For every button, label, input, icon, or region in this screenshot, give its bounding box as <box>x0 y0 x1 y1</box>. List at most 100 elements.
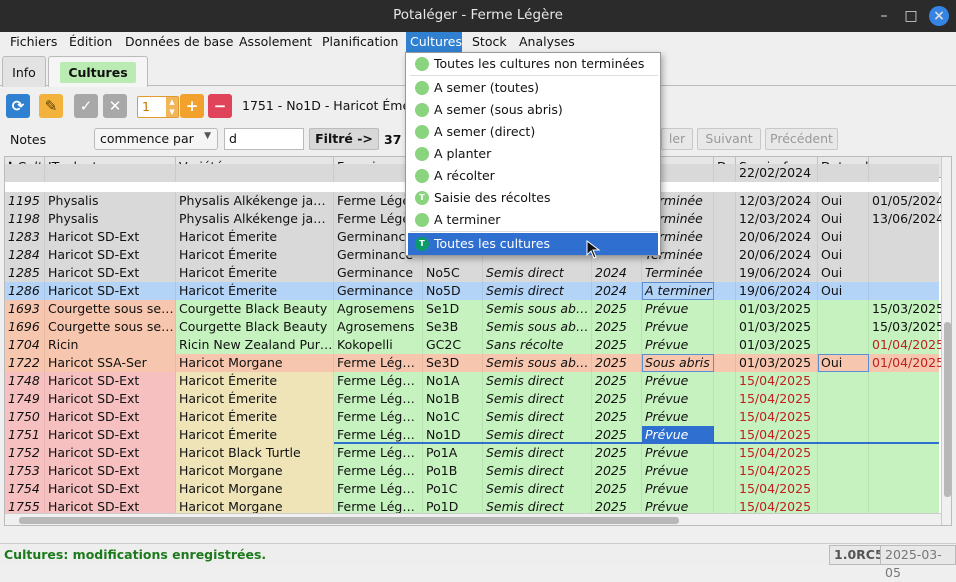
close-button[interactable]: × <box>929 6 949 26</box>
table-row[interactable]: 1754 Haricot SD-Ext Haricot Morgane Ferme L… <box>5 480 939 498</box>
col-annee-cell[interactable]: 2025 <box>592 444 642 462</box>
horizontal-scrollbar[interactable] <box>5 513 941 525</box>
col-fournisseur-cell[interactable]: Ferme Légère <box>334 480 423 498</box>
col-cult-cell[interactable]: 1283 <box>5 228 45 246</box>
dropdown-item[interactable]: A semer (direct) <box>408 121 658 143</box>
col-variete-cell[interactable]: Haricot Émerite <box>176 390 334 408</box>
col-type-cell[interactable]: Sans récolte <box>483 336 592 354</box>
col-d-cell[interactable] <box>714 192 736 210</box>
col-variete-cell[interactable]: Haricot Émerite <box>176 408 334 426</box>
col-date-semis-cell[interactable]: 20/06/2024 <box>736 246 818 264</box>
col-d-cell[interactable] <box>714 480 736 498</box>
table-row[interactable]: 1748 Haricot SD-Ext Haricot Émerite Ferme L… <box>5 372 939 390</box>
col-date-plant-cell[interactable] <box>869 408 951 426</box>
col-variete-cell[interactable]: Haricot Émerite <box>176 246 334 264</box>
col-d-cell[interactable] <box>714 210 736 228</box>
col-d-cell[interactable] <box>714 228 736 246</box>
col-date-plant-cell[interactable]: 15/03/2025 <box>869 300 951 318</box>
col-fournisseur-cell[interactable]: Kokopelli <box>334 336 423 354</box>
col-semis-f-cell[interactable]: Oui <box>818 192 869 210</box>
col-etat-cell[interactable]: Terminée <box>642 264 714 282</box>
menu-edition[interactable]: Édition <box>65 32 116 52</box>
col-it-plante-cell[interactable]: Haricot SD-Ext <box>45 480 176 498</box>
col-annee-cell[interactable]: 2024 <box>592 264 642 282</box>
col-planche-cell[interactable]: No1C <box>423 408 483 426</box>
filter-button[interactable]: Filtré -> <box>309 128 379 150</box>
col-d-cell[interactable] <box>714 282 736 300</box>
tab-cultures[interactable]: Cultures <box>48 56 148 87</box>
col-d-cell[interactable] <box>714 390 736 408</box>
col-semis-f-cell[interactable] <box>818 408 869 426</box>
col-date-plant-cell[interactable]: 01/04/2025 <box>869 336 951 354</box>
col-etat-cell[interactable]: Prévue <box>642 480 714 498</box>
col-variete-cell[interactable]: Courgette Black Beauty <box>176 318 334 336</box>
menu-donnees-de-base[interactable]: Données de base <box>121 32 237 52</box>
table-row[interactable]: 1696 Courgette sous serre Courgette Black … <box>5 318 944 336</box>
col-cult-cell[interactable]: 1195 <box>5 192 45 210</box>
col-cult-cell[interactable]: 1693 <box>5 300 45 318</box>
refresh-icon[interactable]: ⟳ <box>6 94 30 118</box>
col-etat-cell[interactable]: Prévue <box>642 426 714 444</box>
col-annee-cell[interactable]: 2025 <box>592 354 642 372</box>
col-date-semis-cell[interactable]: 01/03/2025 <box>736 336 818 354</box>
col-date-semis-cell[interactable]: 01/03/2025 <box>736 318 818 336</box>
table-row[interactable]: 1285 Haricot SD-Ext Haricot Émerite Germina… <box>5 264 939 282</box>
menu-fichiers[interactable]: Fichiers <box>6 32 61 52</box>
col-date-plant-cell[interactable] <box>869 480 951 498</box>
col-fournisseur-cell[interactable]: Ferme Légère <box>334 408 423 426</box>
filter-mode-combo[interactable]: commence par ▼ <box>94 128 218 150</box>
col-it-plante-cell[interactable]: Haricot SSA-Ser <box>45 354 176 372</box>
col-cult-cell[interactable]: 1753 <box>5 462 45 480</box>
col-type-cell[interactable]: Semis sous abris <box>483 318 592 336</box>
col-planche-cell[interactable]: Se1D <box>423 300 483 318</box>
col-date-plant-cell[interactable]: 01/04/2025 <box>869 354 951 372</box>
menu-planification[interactable]: Planification <box>318 32 402 52</box>
col-fournisseur-cell[interactable]: Ferme Légère <box>334 426 423 444</box>
col-type-cell[interactable]: Semis direct <box>483 408 592 426</box>
table-row[interactable]: 1752 Haricot SD-Ext Haricot Black Turtle Fe… <box>5 444 939 462</box>
col-semis-f-cell[interactable]: Oui <box>818 228 869 246</box>
col-cult-cell[interactable]: 1704 <box>5 336 45 354</box>
col-fournisseur-cell[interactable]: Agrosemens <box>334 318 423 336</box>
col-it-plante-cell[interactable]: Haricot SD-Ext <box>45 228 176 246</box>
col-fournisseur-cell[interactable]: Germinance <box>334 264 423 282</box>
table-row[interactable]: 1751 Haricot SD-Ext Haricot Émerite Ferme L… <box>5 426 939 444</box>
col-fournisseur-cell[interactable]: Ferme Légère <box>334 390 423 408</box>
col-planche-cell[interactable]: Se3D <box>423 354 483 372</box>
col-date-semis-cell[interactable]: 22/02/2024 <box>736 164 818 182</box>
col-cult-cell[interactable]: 1750 <box>5 408 45 426</box>
col-it-plante-cell[interactable]: Haricot SD-Ext <box>45 462 176 480</box>
col-cult-cell[interactable]: 1749 <box>5 390 45 408</box>
col-type-cell[interactable]: Semis sous abris <box>483 354 592 372</box>
horizontal-scroll-thumb[interactable] <box>19 517 679 524</box>
col-variete-cell[interactable]: Haricot Émerite <box>176 228 334 246</box>
col-annee-cell[interactable]: 2025 <box>592 372 642 390</box>
dropdown-item[interactable]: A semer (sous abris) <box>408 99 658 121</box>
col-planche-cell[interactable]: No5C <box>423 264 483 282</box>
col-annee-cell[interactable]: 2025 <box>592 462 642 480</box>
col-date-plant-cell[interactable] <box>869 462 951 480</box>
col-it-plante-cell[interactable]: Physalis <box>45 192 176 210</box>
col-etat-cell[interactable]: A terminer <box>642 282 714 300</box>
col-variete-cell[interactable]: Haricot Morgane <box>176 480 334 498</box>
col-variete-cell[interactable]: Haricot Morgane <box>176 354 334 372</box>
col-variete-cell[interactable]: Physalis Alkékenge jaun… <box>176 210 334 228</box>
col-type-cell[interactable]: Semis direct <box>483 264 592 282</box>
spin-arrows-icon[interactable]: ▲ ▼ <box>166 97 178 117</box>
col-semis-f-cell[interactable] <box>818 164 869 182</box>
col-date-plant-cell[interactable] <box>869 390 951 408</box>
col-semis-f-cell[interactable] <box>818 318 869 336</box>
table-row[interactable]: 1693 Courgette sous serre Courgette Black … <box>5 300 944 318</box>
col-date-semis-cell[interactable]: 15/04/2025 <box>736 480 818 498</box>
col-d-cell[interactable] <box>714 444 736 462</box>
col-date-plant-cell[interactable]: 15/03/2025 <box>869 318 951 336</box>
col-d-cell[interactable] <box>714 246 736 264</box>
dropdown-item[interactable]: A récolter <box>408 165 658 187</box>
col-it-plante-cell[interactable]: Haricot SD-Ext <box>45 426 176 444</box>
find-first-button[interactable]: ler <box>661 128 693 150</box>
col-cult-cell[interactable]: 1722 <box>5 354 45 372</box>
col-variete-cell[interactable]: Courgette Black Beauty <box>176 300 334 318</box>
col-semis-f-cell[interactable] <box>818 300 869 318</box>
col-type-cell[interactable]: Semis direct <box>483 480 592 498</box>
col-type-cell[interactable]: Semis direct <box>483 462 592 480</box>
